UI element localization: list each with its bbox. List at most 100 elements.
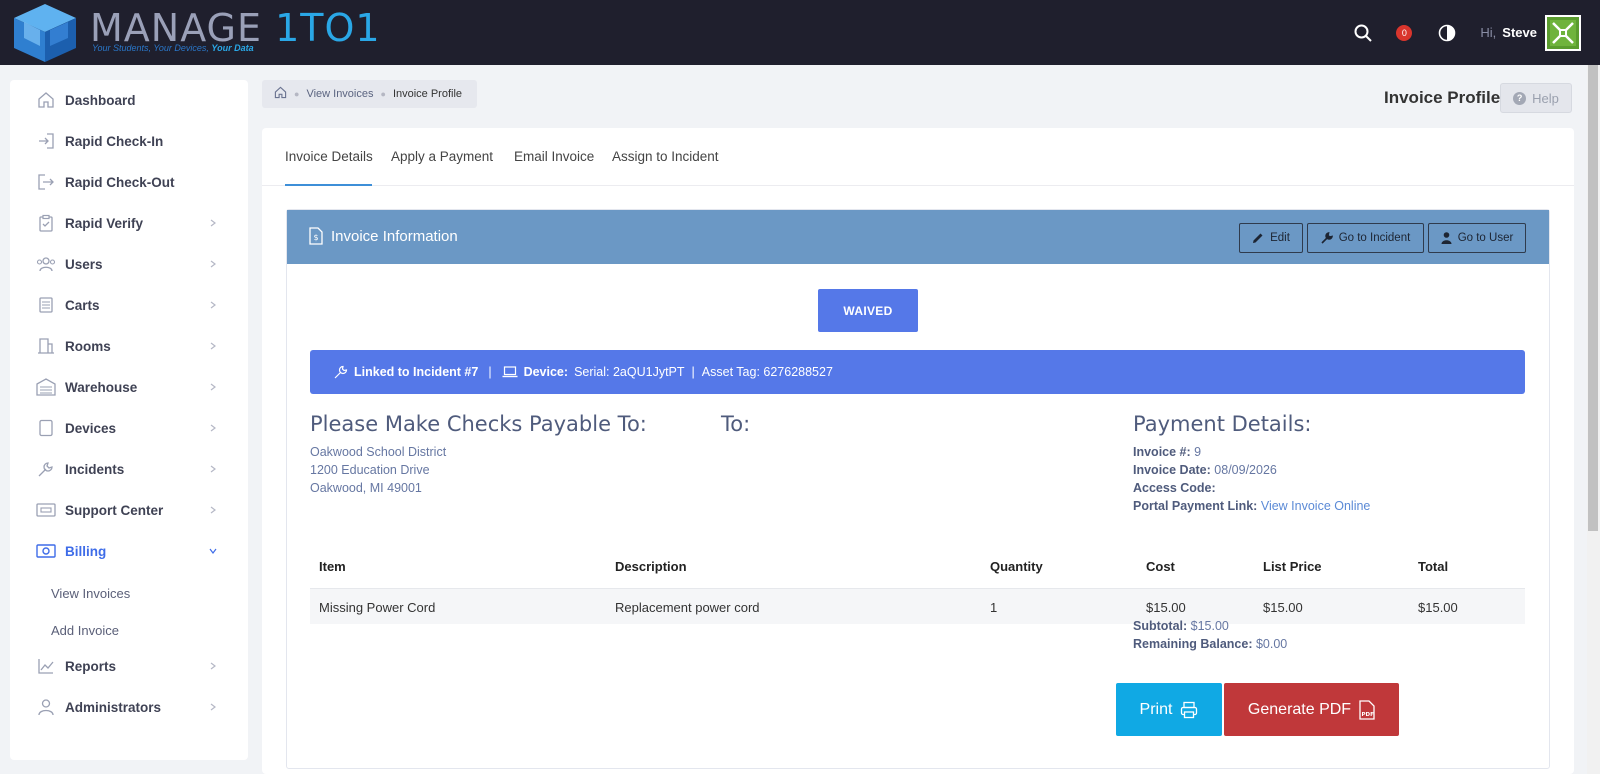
avatar[interactable]	[1545, 14, 1581, 51]
building-icon	[36, 336, 56, 356]
tab-assign-incident[interactable]: Assign to Incident	[612, 149, 719, 164]
tablet-icon	[36, 418, 56, 438]
user-icon	[1441, 232, 1452, 244]
tab-bar: Invoice Details Apply a Payment Email In…	[262, 128, 1574, 186]
sidebar-item-rapid-check-in[interactable]: Rapid Check-In	[10, 121, 248, 161]
go-to-user-label: Go to User	[1457, 232, 1514, 244]
admin-icon	[36, 697, 56, 717]
generate-pdf-button[interactable]: Generate PDF PDF	[1224, 683, 1399, 736]
column-header: Item	[319, 559, 346, 574]
sidebar-item-label: Incidents	[65, 461, 125, 477]
linked-incident[interactable]: Linked to Incident #7	[354, 365, 478, 379]
chevron-right-icon	[210, 662, 216, 670]
sidebar-item-devices[interactable]: Devices	[10, 408, 248, 448]
scrollbar-thumb[interactable]	[1588, 65, 1598, 531]
sidebar-item-rooms[interactable]: Rooms	[10, 326, 248, 366]
edit-button-label: Edit	[1270, 232, 1290, 244]
sidebar-item-warehouse[interactable]: Warehouse	[10, 367, 248, 407]
remaining-balance: Remaining Balance: $0.00	[1133, 637, 1287, 651]
table-cell: Replacement power cord	[615, 600, 760, 615]
sidebar-item-carts[interactable]: Carts	[10, 285, 248, 325]
sidebar-item-dashboard[interactable]: Dashboard	[10, 80, 248, 120]
sidebar-item-reports[interactable]: Reports	[10, 646, 248, 686]
warehouse-icon	[36, 377, 56, 397]
invoice-date-label: Invoice Date:	[1133, 463, 1211, 477]
wrench-icon	[334, 365, 348, 379]
view-invoice-online-link[interactable]: View Invoice Online	[1261, 499, 1371, 513]
breadcrumb-view-invoices[interactable]: View Invoices	[306, 88, 373, 100]
go-to-incident-button[interactable]: Go to Incident	[1307, 223, 1424, 253]
sidebar-subitem-add-invoice[interactable]: Add Invoice	[51, 623, 119, 638]
chevron-right-icon	[210, 383, 216, 391]
sidebar-item-incidents[interactable]: Incidents	[10, 449, 248, 489]
search-icon[interactable]	[1352, 22, 1374, 44]
help-button[interactable]: ? Help	[1500, 83, 1572, 113]
help-label: Help	[1532, 90, 1559, 106]
tab-invoice-details[interactable]: Invoice Details	[285, 149, 373, 164]
chevron-right-icon	[210, 703, 216, 711]
logo-tagline: Your Students, Your Devices, Your Data	[92, 43, 254, 53]
sidebar-item-label: Rooms	[65, 338, 111, 354]
sidebar-item-label: Reports	[65, 658, 117, 674]
chevron-right-icon	[210, 506, 216, 514]
wrench-icon	[36, 459, 56, 479]
sidebar-item-rapid-verify[interactable]: Rapid Verify	[10, 203, 248, 243]
svg-text:PDF: PDF	[1362, 712, 1375, 718]
tab-apply-payment[interactable]: Apply a Payment	[391, 149, 493, 164]
sidebar-item-rapid-check-out[interactable]: Rapid Check-Out	[10, 162, 248, 202]
chevron-down-icon	[209, 548, 217, 554]
sidebar-item-users[interactable]: Users	[10, 244, 248, 284]
username[interactable]: Steve	[1502, 25, 1537, 40]
separator: |	[488, 365, 492, 379]
sidebar-subitem-view-invoices[interactable]: View Invoices	[51, 586, 130, 601]
chevron-right-icon	[210, 219, 216, 227]
to-heading: To:	[721, 412, 751, 436]
sidebar-item-billing[interactable]: Billing	[10, 531, 248, 571]
payable-line: Oakwood, MI 49001	[310, 481, 422, 495]
users-icon	[36, 254, 56, 274]
print-button[interactable]: Print	[1116, 683, 1222, 736]
cart-icon	[36, 295, 56, 315]
device-asset-tag: Asset Tag: 6276288527	[701, 365, 833, 379]
sidebar-item-label: Warehouse	[65, 379, 138, 395]
svg-text:$: $	[314, 233, 319, 242]
sidebar-item-administrators[interactable]: Administrators	[10, 687, 248, 727]
linked-info-bar: Linked to Incident #7 | Device: Serial: …	[310, 350, 1525, 394]
notification-badge[interactable]: 0	[1396, 24, 1413, 41]
sidebar-item-label: Rapid Check-In	[65, 133, 164, 149]
greeting-text: Hi,	[1480, 25, 1497, 40]
chevron-right-icon	[210, 301, 216, 309]
home-icon[interactable]	[274, 86, 287, 102]
help-icon: ?	[1513, 91, 1527, 105]
chart-icon	[36, 656, 56, 676]
invoice-number: Invoice #: 9	[1133, 445, 1201, 459]
payable-line: 1200 Education Drive	[310, 463, 430, 477]
sidebar-item-label: Dashboard	[65, 92, 136, 108]
device-label: Device:	[523, 365, 569, 379]
column-header: List Price	[1263, 559, 1322, 574]
cube-logo-icon	[14, 4, 76, 62]
invoice-number-value: 9	[1194, 445, 1202, 459]
invoice-panel-header: $ Invoice Information Edit Go to Inciden…	[287, 210, 1549, 264]
sidebar: Dashboard Rapid Check-In Rapid Check-Out…	[10, 80, 248, 760]
table-cell: Missing Power Cord	[319, 600, 436, 615]
chevron-right-icon	[210, 424, 216, 432]
top-bar: MANAGE 1TO1 Your Students, Your Devices,…	[0, 0, 1600, 65]
table-header: Item Description Quantity Cost List Pric…	[310, 547, 1525, 587]
remaining-balance-value: $0.00	[1255, 637, 1288, 651]
breadcrumb: ● View Invoices ● Invoice Profile	[262, 80, 477, 108]
go-to-user-button[interactable]: Go to User	[1428, 223, 1526, 253]
portal-payment: Portal Payment Link: View Invoice Online	[1133, 499, 1370, 513]
invoice-date-value: 08/09/2026	[1214, 463, 1277, 477]
pdf-file-icon: PDF	[1359, 699, 1375, 720]
invoice-panel-title: Invoice Information	[331, 228, 458, 245]
invoice-number-label: Invoice #:	[1133, 445, 1191, 459]
theme-toggle-icon[interactable]	[1436, 22, 1458, 44]
app-logo[interactable]: MANAGE 1TO1 Your Students, Your Devices,…	[10, 2, 380, 62]
edit-button[interactable]: Edit	[1239, 223, 1303, 253]
tab-email-invoice[interactable]: Email Invoice	[514, 149, 594, 164]
column-header: Description	[615, 559, 687, 574]
sidebar-item-label: Carts	[65, 297, 100, 313]
page-scrollbar[interactable]	[1587, 65, 1600, 774]
sidebar-item-support-center[interactable]: Support Center	[10, 490, 248, 530]
